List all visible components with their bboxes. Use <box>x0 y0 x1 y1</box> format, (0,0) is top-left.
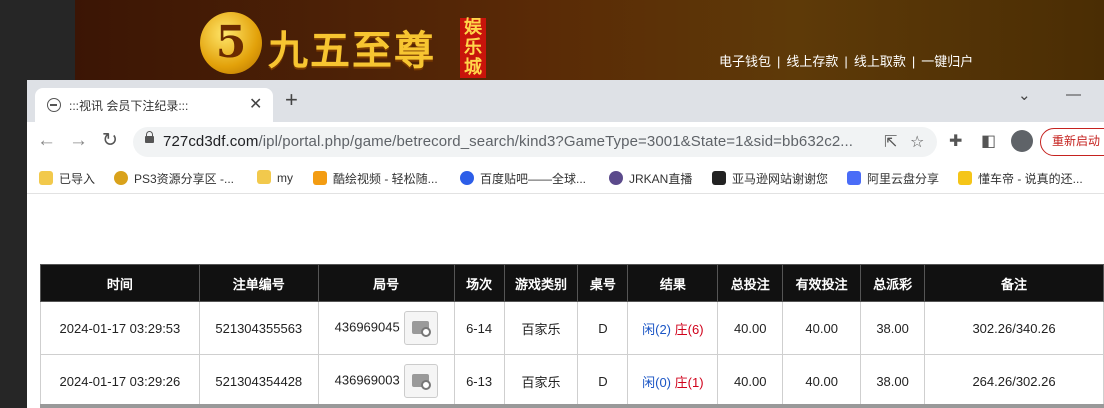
bookmark-ps3[interactable]: PS3资源分享区 -... <box>114 170 234 187</box>
minimize-button[interactable]: — <box>1066 86 1081 103</box>
chevron-down-icon[interactable]: ⌄ <box>1018 86 1031 104</box>
bookmark-kuhui[interactable]: 酷绘视频 - 轻松随... <box>313 170 438 187</box>
ps3-site-icon <box>114 171 128 185</box>
cell-round: 436969003 <box>317 354 455 408</box>
cell-total-bet[interactable]: 40.00 <box>717 301 784 355</box>
video-replay-icon[interactable] <box>403 364 438 398</box>
column-header-total-bet: 总投注 <box>717 264 784 302</box>
result-banker: 庄(1) <box>674 374 704 390</box>
aliyun-icon <box>847 171 861 185</box>
k-logo-icon <box>313 171 327 185</box>
browser-window: :::视讯 会员下注纪录::: ✕ + ⌄ — ← → ↻ 727cd3df.c… <box>27 80 1104 408</box>
cell-time: 2024-01-17 03:29:26 <box>40 354 200 408</box>
site-logo-badge: 5 <box>200 12 262 74</box>
table-row: 2024-01-17 03:29:53 521304355563 4369690… <box>40 301 1104 355</box>
folder-icon <box>257 170 271 184</box>
back-button[interactable]: ← <box>37 131 56 151</box>
column-header-session: 场次 <box>453 264 505 302</box>
bookmark-aliyun[interactable]: 阿里云盘分享 <box>847 170 939 187</box>
site-link-wallet[interactable]: 电子钱包 <box>719 54 771 69</box>
column-header-payout: 总派彩 <box>860 264 926 302</box>
tab-strip: :::视讯 会员下注纪录::: ✕ + ⌄ — <box>27 80 1104 122</box>
bookmark-tieba[interactable]: 百度贴吧——全球... <box>460 170 586 187</box>
cell-round: 436969045 <box>317 301 455 355</box>
cell-bet-id: 521304354428 <box>198 354 319 408</box>
site-logo-text: 九五至尊 <box>268 27 436 74</box>
cell-note: 264.26/302.26 <box>924 354 1104 408</box>
cell-bet-id: 521304355563 <box>198 301 319 355</box>
cell-valid-bet: 40.00 <box>782 301 862 355</box>
column-header-bet-id: 注单编号 <box>198 264 319 302</box>
cell-table-no: D <box>577 354 629 408</box>
browser-toolbar: ← → ↻ 727cd3df.com/ipl/portal.php/game/b… <box>27 122 1104 162</box>
new-tab-button[interactable]: + <box>285 89 298 111</box>
share-icon[interactable]: ⇱ <box>884 132 897 152</box>
result-player: 闲(0) <box>642 374 672 390</box>
amazon-icon <box>712 171 726 185</box>
baidu-paw-icon <box>460 171 474 185</box>
close-icon[interactable]: ✕ <box>249 94 262 114</box>
table-row: 2024-01-17 03:29:26 521304354428 4369690… <box>40 354 1104 408</box>
bookmark-my[interactable]: my <box>257 170 293 185</box>
cell-time: 2024-01-17 03:29:53 <box>40 301 200 355</box>
table-footer-bar <box>40 404 1104 408</box>
globe-icon <box>47 98 61 112</box>
cell-game-type: 百家乐 <box>503 354 579 408</box>
reload-button[interactable]: ↻ <box>102 131 118 151</box>
bookmark-imported[interactable]: 已导入 <box>39 170 95 187</box>
result-banker: 庄(6) <box>674 321 704 337</box>
tab-bet-records[interactable]: :::视讯 会员下注纪录::: ✕ <box>35 88 273 122</box>
star-icon[interactable]: ☆ <box>910 132 924 152</box>
cell-game-type: 百家乐 <box>503 301 579 355</box>
forward-button[interactable]: → <box>69 131 88 151</box>
url-text: 727cd3df.com/ipl/portal.php/game/betreco… <box>163 133 854 150</box>
cell-session: 6-14 <box>453 301 505 355</box>
table-header-row: 时间 注单编号 局号 场次 游戏类别 桌号 结果 总投注 有效投注 总派彩 备注 <box>40 264 1104 302</box>
cell-table-no: D <box>577 301 629 355</box>
lock-icon <box>145 131 154 143</box>
cell-total-bet[interactable]: 40.00 <box>717 354 784 408</box>
site-nav-links: 电子钱包 | 线上存款 | 线上取款 | 一键归户 <box>719 54 974 69</box>
bookmark-dongchedi[interactable]: 懂车帝 - 说真的还... <box>958 170 1083 187</box>
bet-record-table: 时间 注单编号 局号 场次 游戏类别 桌号 结果 总投注 有效投注 总派彩 备注… <box>40 264 1104 408</box>
restart-button[interactable]: 重新启动 <box>1040 128 1104 156</box>
address-bar[interactable]: 727cd3df.com/ipl/portal.php/game/betreco… <box>133 127 937 157</box>
jrkan-icon <box>609 171 623 185</box>
column-header-valid-bet: 有效投注 <box>782 264 862 302</box>
column-header-game-type: 游戏类别 <box>503 264 579 302</box>
extensions-icon[interactable]: ✚ <box>949 131 962 151</box>
cell-payout: 38.00 <box>860 354 926 408</box>
site-link-withdraw[interactable]: 线上取款 <box>854 54 906 69</box>
result-player: 闲(2) <box>642 321 672 337</box>
dongchedi-icon <box>958 171 972 185</box>
column-header-table-no: 桌号 <box>577 264 629 302</box>
cell-payout: 38.00 <box>860 301 926 355</box>
page-content: 时间 注单编号 局号 场次 游戏类别 桌号 结果 总投注 有效投注 总派彩 备注… <box>27 194 1104 408</box>
site-link-consolidate[interactable]: 一键归户 <box>921 54 973 69</box>
cell-session: 6-13 <box>453 354 505 408</box>
column-header-note: 备注 <box>924 264 1104 302</box>
column-header-result: 结果 <box>627 264 719 302</box>
folder-icon <box>39 171 53 185</box>
site-link-deposit[interactable]: 线上存款 <box>786 54 838 69</box>
column-header-time: 时间 <box>40 264 200 302</box>
cell-note: 302.26/340.26 <box>924 301 1104 355</box>
side-panel-icon[interactable]: ◧ <box>981 131 996 151</box>
profile-avatar[interactable] <box>1011 130 1033 152</box>
bookmark-jrkan[interactable]: JRKAN直播 <box>609 170 692 187</box>
cell-valid-bet: 40.00 <box>782 354 862 408</box>
cell-result: 闲(2) 庄(6) <box>627 301 719 355</box>
video-replay-icon[interactable] <box>403 311 438 345</box>
column-header-round: 局号 <box>317 264 455 302</box>
bookmarks-bar: 已导入 PS3资源分享区 -... my 酷绘视频 - 轻松随... 百度贴吧—… <box>27 162 1104 194</box>
bookmark-amazon[interactable]: 亚马逊网站谢谢您 <box>712 170 828 187</box>
site-logo-tag: 娱乐城 <box>460 18 486 78</box>
cell-result: 闲(0) 庄(1) <box>627 354 719 408</box>
tab-title: :::视讯 会员下注纪录::: <box>69 99 189 113</box>
